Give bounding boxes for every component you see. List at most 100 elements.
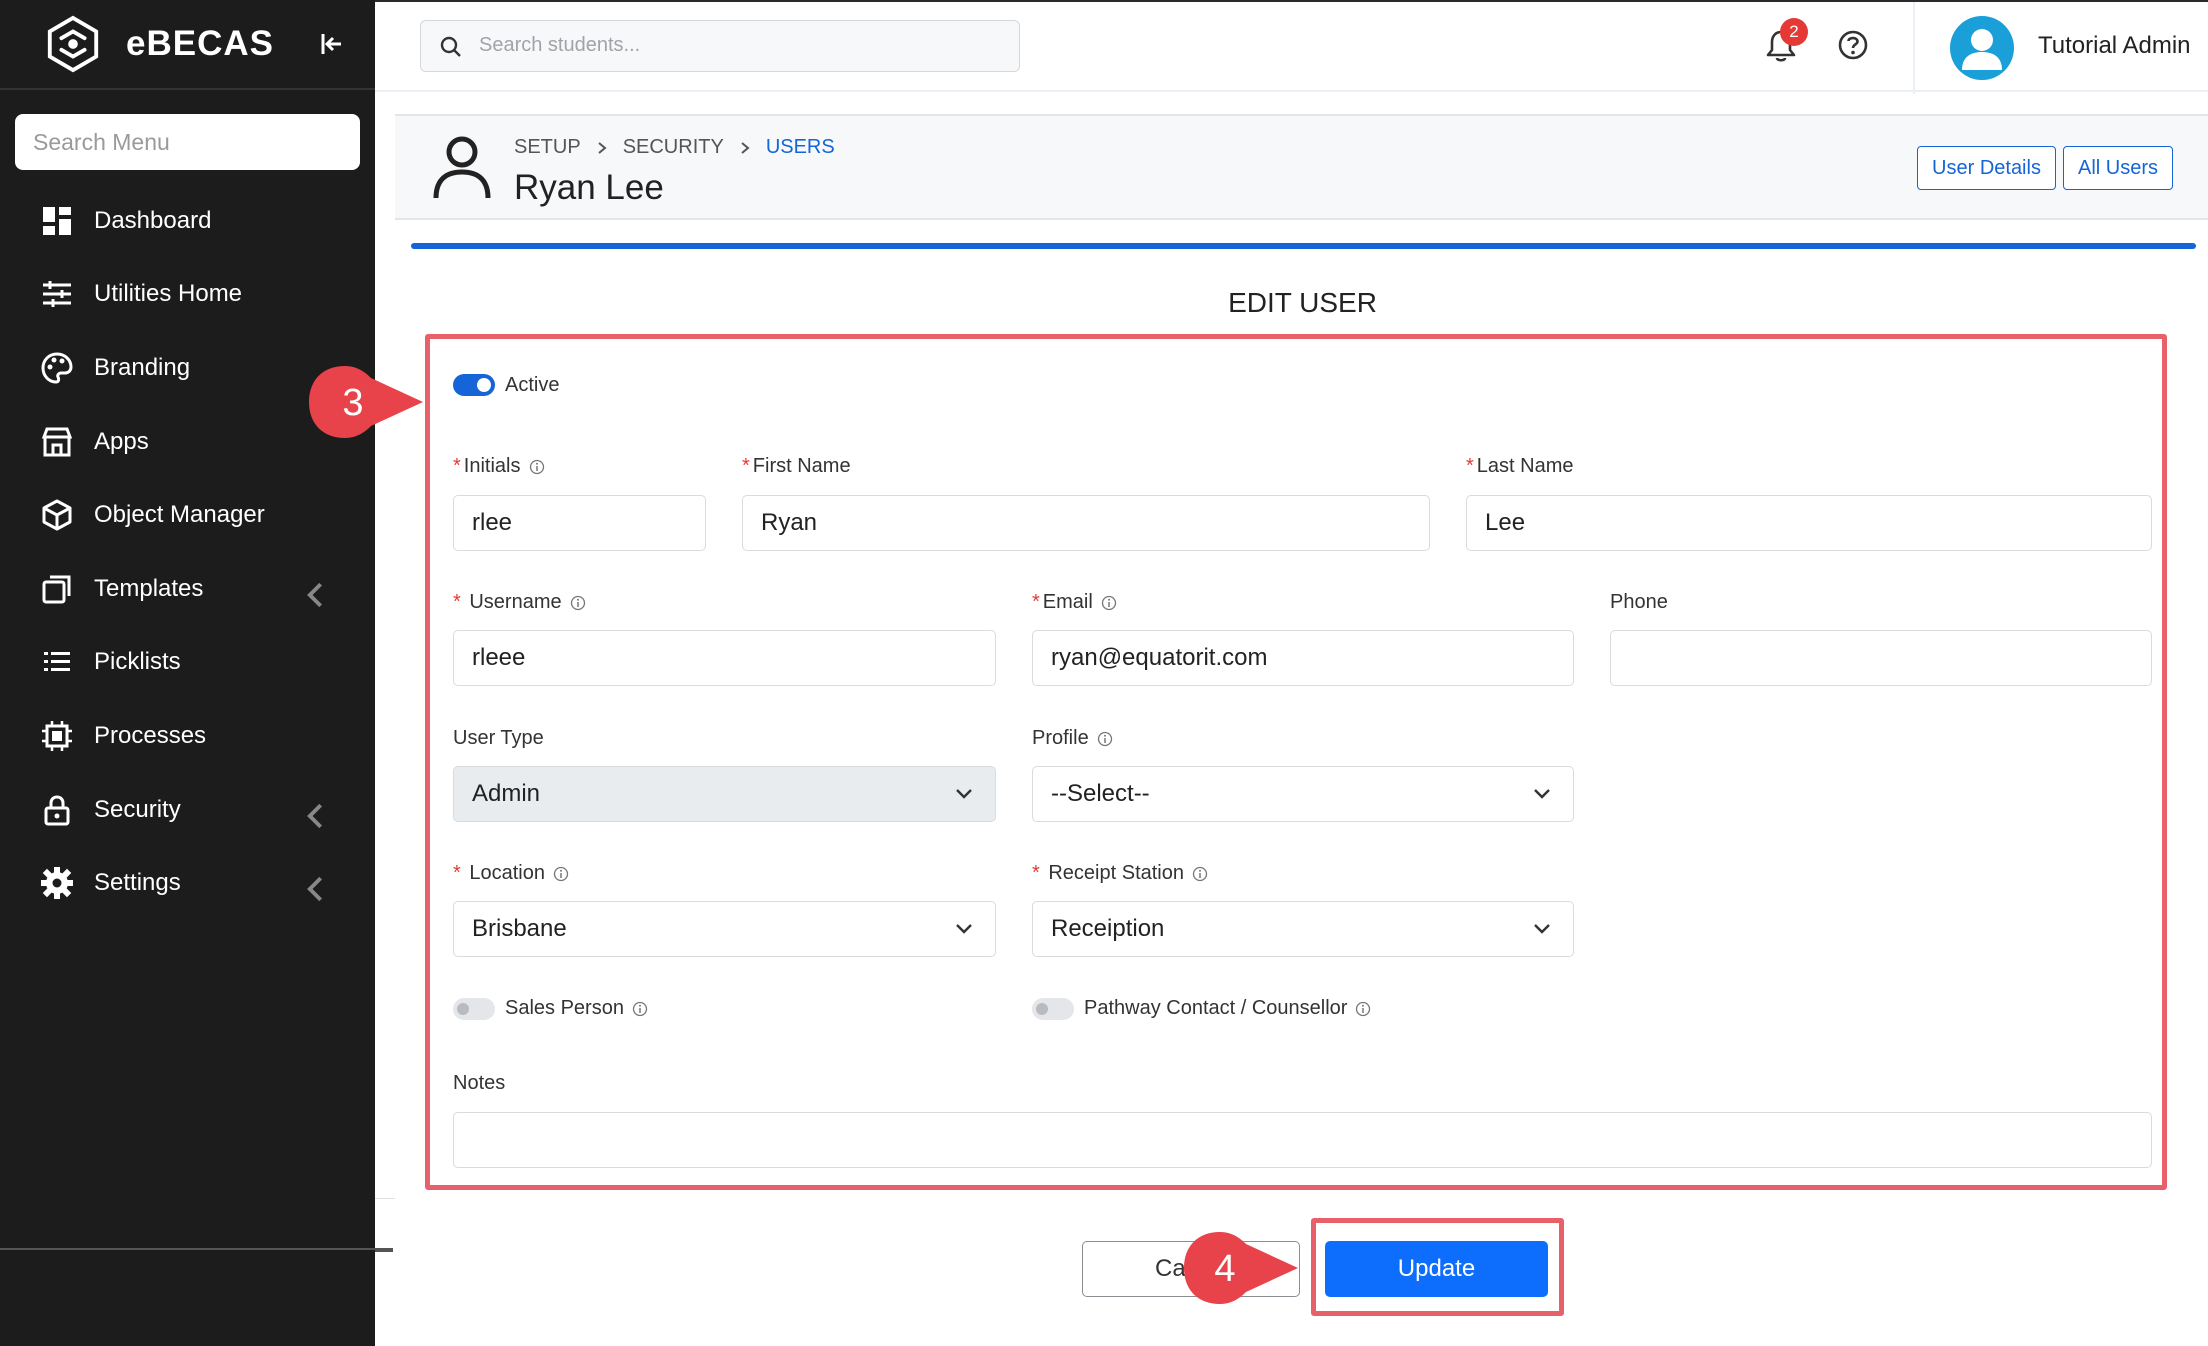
avatar[interactable] (1950, 16, 2014, 80)
last-name-input[interactable] (1466, 495, 2152, 551)
student-search-input[interactable] (479, 21, 999, 70)
chevron-down-icon (956, 924, 972, 934)
logo-row: eBECAS (0, 0, 375, 90)
collapse-sidebar-icon[interactable] (315, 26, 351, 62)
cube-icon (42, 499, 72, 531)
search-icon (440, 36, 461, 57)
form-top-accent (411, 243, 2196, 249)
initials-input[interactable] (453, 495, 706, 551)
step-3-number: 3 (342, 382, 363, 424)
sidebar: eBECAS Dashboard Utilities Home Branding… (0, 0, 393, 1346)
sidebar-item-label: Object Manager (94, 501, 265, 529)
user-type-select[interactable]: Admin (453, 766, 996, 822)
gear-icon (41, 867, 73, 900)
chevron-down-icon (1534, 789, 1550, 799)
sidebar-item-label: Dashboard (94, 206, 212, 234)
sales-person-label-text: Sales Person (505, 997, 624, 1019)
sidebar-item-label: Templates (94, 574, 204, 602)
initials-label: * Initials (453, 455, 545, 478)
sales-person-toggle[interactable] (453, 998, 495, 1020)
user-type-label: User Type (453, 727, 544, 750)
breadcrumb: SETUP SECURITY USERS (514, 136, 835, 159)
profile-value: --Select-- (1051, 780, 1150, 807)
chip-icon (42, 720, 72, 751)
receipt-station-value: Receiption (1051, 915, 1165, 942)
sidebar-item-templates[interactable]: Templates (0, 552, 375, 626)
store-icon (41, 427, 73, 457)
info-icon (553, 866, 569, 881)
notes-label: Notes (453, 1072, 505, 1095)
form-title: EDIT USER (1228, 287, 1377, 318)
user-details-button[interactable]: User Details (1917, 146, 2056, 190)
student-search (420, 20, 1020, 72)
location-label: * Location (453, 862, 569, 885)
sidebar-item-label: Utilities Home (94, 280, 243, 308)
receipt-station-select[interactable]: Receiption (1032, 901, 1574, 957)
profile-label: Profile (1032, 727, 1113, 750)
chevron-down-icon (956, 789, 972, 799)
chevron-right-icon (741, 141, 750, 154)
step-4-callout: 4 (1184, 1232, 1298, 1304)
first-name-label-text: First Name (752, 455, 851, 477)
all-users-button[interactable]: All Users (2063, 146, 2173, 190)
breadcrumb-users[interactable]: USERS (766, 136, 835, 159)
email-input[interactable] (1032, 630, 1574, 686)
profile-label-text: Profile (1032, 727, 1089, 749)
first-name-input[interactable] (742, 495, 1430, 551)
notes-label-text: Notes (453, 1072, 506, 1094)
menu-search-input[interactable] (15, 114, 360, 170)
sidebar-item-dashboard[interactable]: Dashboard (0, 184, 375, 258)
sidebar-item-label: Branding (94, 353, 191, 381)
notes-textarea[interactable] (453, 1112, 2152, 1168)
palette-icon (41, 352, 73, 384)
info-icon (1101, 595, 1116, 610)
sidebar-item-label: Apps (94, 427, 149, 455)
form-highlight-box (425, 334, 2167, 1190)
email-label: * Email (1032, 591, 1117, 614)
page-title: Ryan Lee (514, 168, 664, 207)
topbar: 2 Tutorial Admin (375, 0, 2208, 94)
ebecas-logo-icon (47, 15, 99, 73)
chevron-left-icon (307, 877, 323, 902)
breadcrumb-security[interactable]: SECURITY (623, 136, 724, 159)
help-icon[interactable] (1836, 28, 1870, 62)
chevron-left-icon (307, 803, 323, 828)
sidebar-item-processes[interactable]: Processes (0, 699, 375, 773)
last-name-label-text: Last Name (1476, 455, 1574, 477)
update-button[interactable]: Update (1325, 1241, 1548, 1297)
phone-input[interactable] (1610, 630, 2152, 686)
phone-label: Phone (1610, 591, 1668, 614)
active-label: Active (505, 374, 560, 396)
info-icon (1097, 731, 1112, 746)
username-input[interactable] (453, 630, 996, 686)
initials-label-text: Initials (463, 455, 521, 477)
location-select[interactable]: Brisbane (453, 901, 996, 957)
profile-select[interactable]: --Select-- (1032, 766, 1574, 822)
bottom-divider (375, 1250, 393, 1252)
templates-icon (42, 575, 71, 604)
user-avatar-icon (1962, 29, 2002, 70)
last-name-label: * Last Name (1466, 455, 1574, 477)
step-4-number: 4 (1214, 1248, 1235, 1290)
pathway-contact-toggle[interactable] (1032, 998, 1074, 1020)
info-icon (632, 1001, 648, 1016)
dashboard-icon (43, 206, 71, 235)
sidebar-item-picklists[interactable]: Picklists (0, 626, 375, 700)
list-icon (44, 652, 70, 672)
breadcrumb-setup[interactable]: SETUP (514, 136, 581, 159)
sidebar-item-object-manager[interactable]: Object Manager (0, 478, 375, 552)
username-label: * Username (453, 591, 586, 614)
chevron-down-icon (1534, 924, 1550, 934)
sidebar-item-settings[interactable]: Settings (0, 846, 375, 920)
receipt-station-label: * Receipt Station (1032, 862, 1208, 885)
sidebar-item-label: Settings (94, 869, 181, 897)
sidebar-item-security[interactable]: Security (0, 773, 375, 847)
active-toggle[interactable] (453, 374, 495, 396)
chevron-right-icon (598, 141, 607, 154)
receipt-station-label-text: Receipt Station (1048, 862, 1184, 884)
sidebar-nav: Dashboard Utilities Home Branding Apps O… (0, 184, 375, 920)
content-divider (375, 1198, 395, 1199)
sidebar-item-utilities-home[interactable]: Utilities Home (0, 258, 375, 332)
user-name[interactable]: Tutorial Admin (2038, 32, 2191, 60)
sidebar-item-label: Security (94, 795, 181, 823)
